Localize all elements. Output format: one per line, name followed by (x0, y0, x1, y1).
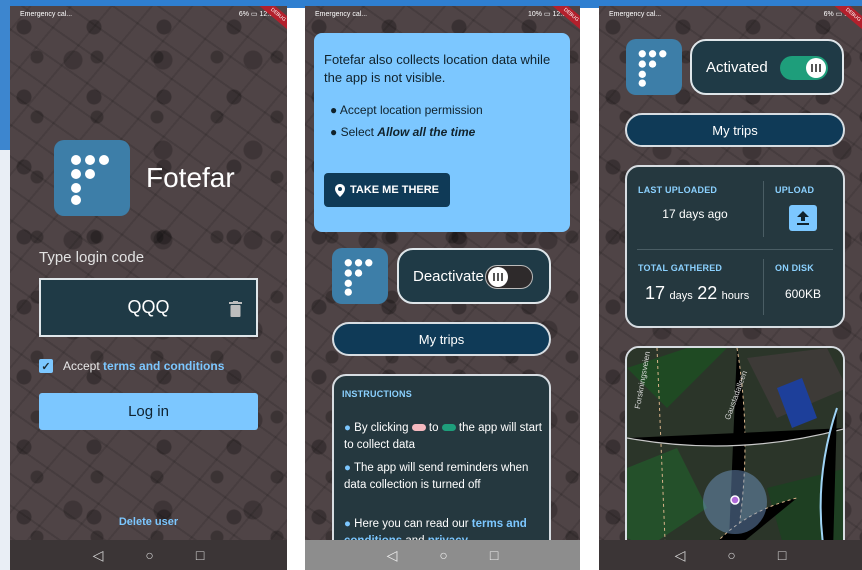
nav-bar: ◁ ○ □ (599, 540, 862, 570)
deactivate-switch[interactable] (485, 265, 533, 289)
on-disk-value: 600KB (785, 287, 822, 301)
switch-off-icon (411, 424, 426, 432)
recents-icon[interactable]: □ (778, 547, 786, 563)
back-icon[interactable]: ◁ (675, 547, 686, 564)
fotefar-logo (332, 248, 388, 304)
trash-icon[interactable] (229, 301, 242, 317)
activate-switch[interactable] (780, 56, 828, 80)
carrier-text: Emergency cal... (315, 10, 368, 18)
stats-card: LAST UPLOADED 17 days ago UPLOAD TOTAL G… (625, 165, 845, 328)
nav-bar: ◁ ○ □ (305, 540, 580, 570)
toggle-label: Activated (706, 59, 768, 76)
on-disk-label: ON DISK (775, 263, 814, 273)
home-icon[interactable]: ○ (727, 547, 735, 563)
terms-link[interactable]: terms and conditions (103, 359, 224, 373)
total-gathered-value: 17 days 22 hours (645, 283, 750, 303)
back-icon[interactable]: ◁ (387, 547, 398, 564)
fotefar-logo (626, 39, 682, 95)
dashboard-screen: Emergency cal... 6% ▭ 12 DEBUG Activated… (599, 6, 862, 570)
recents-icon[interactable]: □ (490, 547, 498, 563)
carrier-text: Emergency cal... (20, 10, 73, 18)
last-uploaded-value: 17 days ago (662, 207, 728, 221)
take-me-there-button[interactable]: TAKE ME THERE (324, 173, 450, 207)
home-icon[interactable]: ○ (145, 547, 153, 563)
permission-bullet-1: ● Accept location permission (330, 103, 483, 117)
my-trips-button[interactable]: My trips (332, 322, 551, 356)
collection-toggle-card: Deactivate (397, 248, 551, 304)
upload-label: UPLOAD (775, 185, 815, 195)
accept-text: Accept terms and conditions (63, 359, 225, 373)
toggle-label: Deactivate (413, 268, 484, 285)
location-pin-icon (334, 183, 345, 197)
login-code-label: Type login code (39, 249, 145, 266)
logo-dots-icon (71, 155, 109, 205)
permission-message: Fotefar also collects location data whil… (324, 52, 551, 85)
collection-toggle-card: Activated (690, 39, 844, 95)
home-icon[interactable]: ○ (439, 547, 447, 563)
instruction-1: ● By clicking to the app will start to c… (344, 422, 542, 451)
permission-bullet-2: ● Select Allow all the time (330, 125, 476, 139)
accept-checkbox[interactable]: ✓ (39, 359, 53, 373)
window-side-fade (0, 150, 10, 570)
login-button[interactable]: Log in (39, 393, 258, 430)
status-bar: Emergency cal... 10% ▭ 12:00 (305, 6, 580, 22)
fotefar-logo (54, 140, 130, 216)
divider-vertical (763, 181, 764, 237)
instruction-2: ● The app will send reminders when data … (344, 462, 529, 491)
last-uploaded-label: LAST UPLOADED (638, 185, 718, 195)
delete-user-link[interactable]: Delete user (10, 516, 287, 528)
screenshot-root: Emergency cal... 6% ▭ 12:53 DEBUG Fotefa… (0, 0, 862, 570)
upload-icon (797, 211, 809, 225)
back-icon[interactable]: ◁ (93, 547, 104, 564)
instructions-title: INSTRUCTIONS (342, 389, 412, 399)
switch-on-icon (441, 424, 456, 432)
total-gathered-label: TOTAL GATHERED (638, 263, 723, 273)
upload-button[interactable] (789, 205, 817, 231)
login-screen: Emergency cal... 6% ▭ 12:53 DEBUG Fotefa… (10, 6, 287, 570)
logo-dots-icon (344, 259, 373, 296)
permission-screen: Emergency cal... 10% ▭ 12:00 DEBUG Fotef… (305, 6, 580, 570)
recents-icon[interactable]: □ (196, 547, 204, 563)
nav-bar: ◁ ○ □ (10, 540, 287, 570)
carrier-text: Emergency cal... (609, 10, 662, 18)
status-bar: Emergency cal... 6% ▭ 12 (599, 6, 862, 22)
permission-card: Fotefar also collects location data whil… (314, 33, 570, 232)
window-side-band (0, 0, 10, 150)
app-title: Fotefar (146, 162, 235, 193)
switch-knob (488, 267, 508, 287)
my-trips-button[interactable]: My trips (625, 113, 845, 147)
switch-knob (806, 58, 826, 78)
status-bar: Emergency cal... 6% ▭ 12:53 (10, 6, 287, 22)
login-code-input[interactable]: QQQ (39, 278, 258, 337)
trip-map[interactable]: Forskningsveien Gaustadalleen (625, 346, 845, 570)
logo-dots-icon (638, 50, 667, 87)
login-code-value: QQQ (127, 297, 170, 317)
terms-row: ✓ Accept terms and conditions (39, 359, 224, 373)
divider-vertical-2 (763, 259, 764, 315)
divider-horizontal (637, 249, 833, 250)
